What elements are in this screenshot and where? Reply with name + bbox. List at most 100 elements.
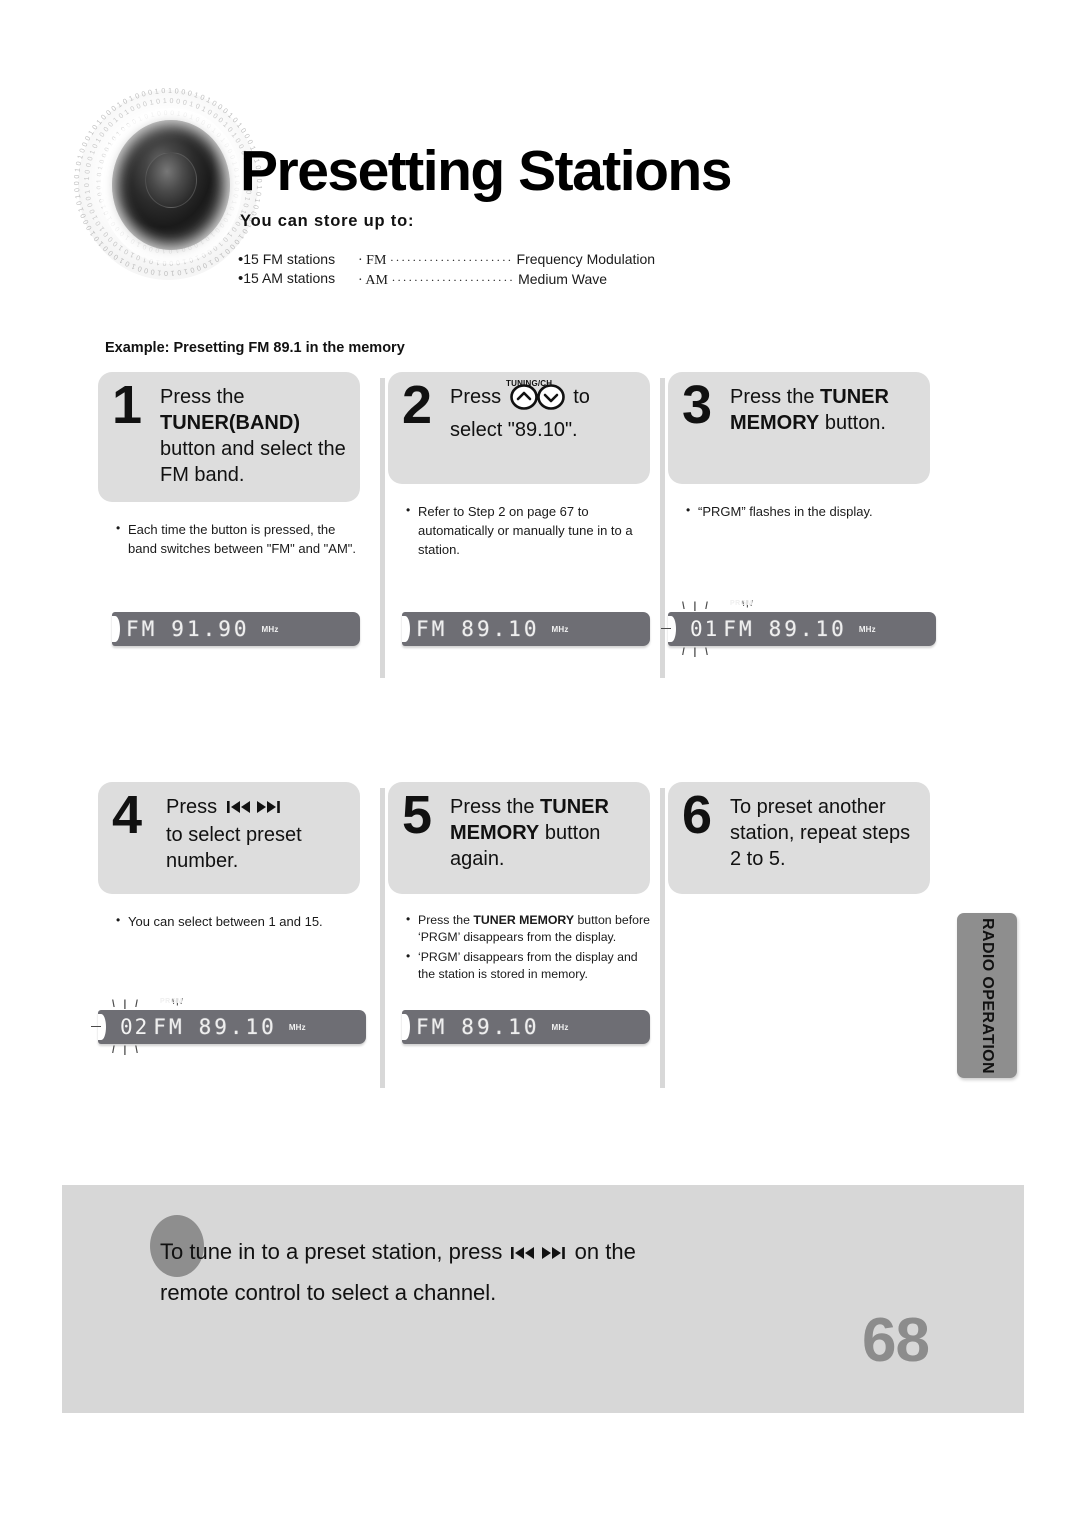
lcd-unit: MHz: [551, 624, 569, 634]
page-header: 0100010100010100010100010100010100010100…: [0, 0, 1080, 356]
abbr-leader: ······················: [389, 253, 514, 267]
lcd-unit: MHz: [261, 624, 279, 634]
skip-forward-button[interactable]: [254, 796, 280, 822]
flash-marks-icon: \ | /: [682, 601, 711, 612]
section-tab-radio-operation: RADIO OPERATION: [957, 913, 1017, 1078]
skip-back-button[interactable]: [226, 796, 253, 822]
lcd-frequency: 91.90: [171, 617, 250, 641]
note-bold: TUNER MEMORY: [473, 913, 575, 927]
abbreviation-list: · FM ······················ Frequency Mo…: [358, 250, 778, 290]
flash-marks-icon: \ | /: [112, 999, 141, 1010]
lcd-panel: \ | / / | \ — \|/ 02 FM PRGM 89.10 MHz: [91, 997, 366, 1056]
step-3-notes: “PRGM” flashes in the display.: [686, 501, 936, 521]
list-item: · FM ······················ Frequency Mo…: [358, 250, 778, 270]
lcd-frequency: 89.10: [198, 1015, 277, 1039]
note: You can select between 1 and 15.: [116, 911, 366, 931]
speaker-binary-logo-icon: 0100010100010100010100010100010100010100…: [70, 72, 266, 292]
abbr-meaning: Medium Wave: [518, 271, 608, 287]
lcd-band: FM: [153, 1015, 185, 1039]
step-text-part: Press the: [730, 386, 815, 408]
abbr-term: AM: [365, 273, 388, 288]
skip-back-icon: [226, 801, 250, 813]
step-5-display: FM 89.10 MHz: [402, 1010, 650, 1044]
section-tab-label: RADIO OPERATION: [979, 917, 996, 1074]
step-number: 4: [112, 785, 143, 845]
tip-footer: To tune in to a preset station, press on…: [62, 1185, 1024, 1413]
abbr-term: FM: [366, 253, 387, 268]
page-title: Presetting Stations: [240, 139, 732, 203]
step-number: 5: [402, 785, 433, 845]
bullet-dot: ·: [358, 273, 363, 288]
step-text-part: to: [573, 386, 590, 408]
step-number: 2: [402, 375, 433, 435]
tuning-ch-label: TUNING/CH: [506, 379, 553, 388]
step-4-display: \ | / / | \ — \|/ 02 FM PRGM 89.10 MHz: [91, 997, 366, 1056]
step-text-part: button and select the FM band.: [160, 438, 346, 486]
step-number: 6: [682, 785, 713, 845]
step-4-notes: You can select between 1 and 15.: [116, 911, 366, 931]
list-item: · AM ······················ Medium Wave: [358, 270, 778, 290]
step-text-part: Press: [166, 796, 218, 818]
step-2: 2 TUNING/CH Press to select "89.10". • R…: [388, 372, 674, 782]
step-text-part: Press the: [160, 386, 245, 408]
note-text-a: Press the: [418, 913, 474, 927]
step-instruction: Press the TUNER MEMORY button again.: [450, 794, 640, 872]
flash-marks-icon: / | \: [112, 1045, 141, 1056]
list-item: •15 FM stations: [238, 250, 378, 269]
step-3-display: \ | / / | \ — \|/ 01 FM PRGM 89.10 MHz: [661, 599, 936, 658]
step-text-bold: TUNER(BAND): [160, 412, 300, 434]
skip-back-icon-footer: [510, 1237, 537, 1274]
skip-forward-icon-footer: [539, 1237, 565, 1274]
step-instruction: Press to select preset number.: [166, 794, 350, 874]
flash-marks-icon: —: [91, 1021, 101, 1032]
note: Press the TUNER MEMORY button before ‘PR…: [406, 911, 656, 946]
step-text-part: button.: [824, 412, 886, 434]
footer-text-after: on the: [574, 1239, 636, 1264]
steps-row-1: 1 Press the TUNER(BAND) button and selec…: [98, 372, 978, 782]
lcd-panel: FM 89.10 MHz: [402, 612, 650, 646]
step-2-display: FM 89.10 MHz: [402, 612, 650, 646]
step-text-part: Press the: [450, 796, 535, 818]
lcd-band: FM: [416, 1015, 448, 1039]
abbr-meaning: Frequency Modulation: [516, 251, 656, 267]
step-3-box: 3 Press the TUNER MEMORY button.: [668, 372, 930, 484]
note: “PRGM” flashes in the display.: [686, 501, 936, 521]
step-5-box: 5 Press the TUNER MEMORY button again.: [388, 782, 650, 894]
footer-text-before: To tune in to a preset station, press: [160, 1239, 503, 1264]
station-count-list: •15 FM stations •15 AM stations: [238, 250, 378, 288]
step-1-box: 1 Press the TUNER(BAND) button and selec…: [98, 372, 360, 502]
step-number: 3: [682, 375, 713, 435]
step-1: 1 Press the TUNER(BAND) button and selec…: [98, 372, 384, 782]
lcd-prgm-indicator: PRGM: [160, 998, 183, 1005]
list-item: •15 AM stations: [238, 269, 378, 288]
store-capacity-heading: You can store up to:: [240, 212, 415, 230]
lcd-band: FM: [723, 617, 755, 641]
note: ‘PRGM’ disappears from the display and t…: [406, 948, 656, 983]
step-6-box: 6 To preset another station, repeat step…: [668, 782, 930, 894]
step-instruction: To preset another station, repeat steps …: [730, 796, 911, 870]
skip-forward-icon: [256, 801, 280, 813]
lcd-preset-number: 01: [690, 617, 720, 641]
step-text-part: Press: [450, 386, 502, 408]
lcd-unit: MHz: [288, 1022, 306, 1032]
note: Each time the button is pressed, the ban…: [116, 519, 366, 558]
step-instruction: Press the TUNER MEMORY button.: [730, 384, 920, 436]
lcd-frequency: 89.10: [461, 617, 540, 641]
speaker-cone-icon: [112, 120, 230, 250]
step-4-box: 4 Press to select preset number.: [98, 782, 360, 894]
page-number: 68: [862, 1306, 930, 1375]
step-3: 3 Press the TUNER MEMORY button. “PRGM” …: [661, 372, 954, 782]
step-instruction: TUNING/CH Press to select "89.10".: [450, 379, 640, 443]
step-5-notes: Press the TUNER MEMORY button before ‘PR…: [406, 911, 656, 983]
bullet-dot: ·: [358, 253, 363, 268]
list-item-label: 15 FM stations: [243, 251, 336, 267]
step-4: 4 Press to select preset number. • You c…: [91, 782, 384, 1192]
note: Refer to Step 2 on page 67 to automatica…: [406, 501, 656, 559]
skip-forward-icon: [541, 1247, 565, 1259]
step-text-part: select "89.10".: [450, 419, 578, 441]
skip-back-icon: [510, 1247, 534, 1259]
lcd-unit: MHz: [551, 1022, 569, 1032]
lcd-band: FM: [416, 617, 448, 641]
lcd-band: FM: [126, 617, 158, 641]
step-instruction: Press the TUNER(BAND) button and select …: [160, 384, 350, 488]
